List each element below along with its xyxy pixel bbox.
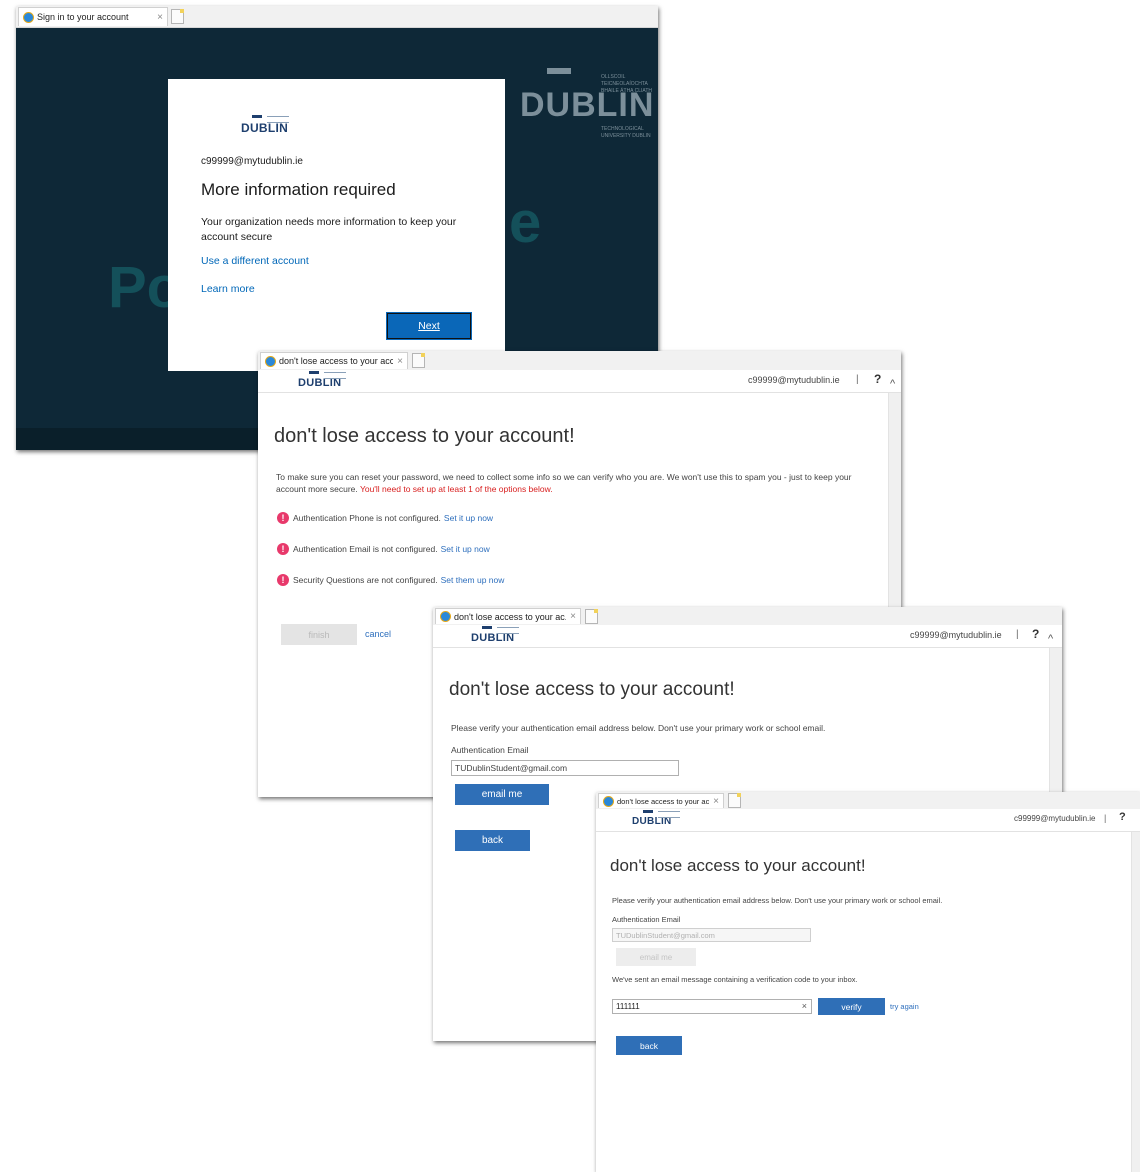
status-security-questions: ! Security Questions are not configured.… <box>277 574 504 586</box>
page-header: DUBLIN c99999@mytudublin.ie | ? <box>596 809 1140 832</box>
set-up-email-link[interactable]: Set it up now <box>441 544 490 554</box>
field-label: Authentication Email <box>612 915 681 924</box>
page-title: More information required <box>201 180 396 199</box>
tab-dont-lose-access[interactable]: don't lose access to your ac... × <box>435 608 581 624</box>
new-tab-icon[interactable] <box>585 609 598 624</box>
instructions-text: Please verify your authentication email … <box>451 723 826 733</box>
use-different-account-link[interactable]: Use a different account <box>201 255 309 267</box>
signed-in-user[interactable]: c99999@mytudublin.ie <box>748 375 840 385</box>
close-icon[interactable]: × <box>570 611 576 622</box>
tab-dont-lose-access[interactable]: don't lose access to your acc... × <box>260 352 408 369</box>
finish-button[interactable]: finish <box>281 624 357 645</box>
chevron-up-icon[interactable]: ^ <box>1048 633 1053 645</box>
code-verification-window: don't lose access to your ac... × DUBLIN… <box>596 792 1140 1172</box>
tu-dublin-logo: DUBLIN <box>298 371 346 389</box>
help-icon[interactable]: ? <box>1032 627 1039 641</box>
field-label: Authentication Email <box>451 745 529 755</box>
signed-in-user[interactable]: c99999@mytudublin.ie <box>910 630 1002 640</box>
page-header: DUBLIN c99999@mytudublin.ie | ? ^ <box>433 625 1062 648</box>
ie-icon <box>603 795 614 807</box>
header-separator: | <box>856 374 859 385</box>
page-header: DUBLIN c99999@mytudublin.ie | ? ^ <box>258 370 901 393</box>
next-button[interactable]: Next <box>386 312 472 340</box>
learn-more-link[interactable]: Learn more <box>201 283 255 295</box>
crest-bar <box>547 68 571 74</box>
status-auth-phone: ! Authentication Phone is not configured… <box>277 512 493 524</box>
new-tab-icon[interactable] <box>728 793 741 808</box>
close-icon[interactable]: × <box>713 796 719 807</box>
ie-icon <box>440 611 451 622</box>
header-separator: | <box>1016 629 1019 640</box>
close-icon[interactable]: × <box>157 12 163 23</box>
signed-in-user[interactable]: c99999@mytudublin.ie <box>1014 814 1096 823</box>
signin-card: DUBLIN c99999@mytudublin.ie More informa… <box>168 79 505 371</box>
verification-code-input[interactable]: 111111 × <box>612 999 812 1014</box>
signin-description: Your organization needs more information… <box>201 216 457 243</box>
tu-dublin-logo: DUBLIN <box>632 810 680 827</box>
tab-title: don't lose access to your ac... <box>617 796 710 806</box>
authentication-email-input[interactable]: TUDublinStudent@gmail.com <box>451 760 679 776</box>
ie-icon <box>23 11 34 23</box>
verify-button[interactable]: verify <box>818 998 885 1015</box>
tab-title: don't lose access to your ac... <box>454 611 567 622</box>
set-up-phone-link[interactable]: Set it up now <box>444 513 493 523</box>
new-tab-icon[interactable] <box>412 353 425 368</box>
chevron-up-icon[interactable]: ^ <box>890 378 895 390</box>
email-me-button[interactable]: email me <box>455 784 549 805</box>
sent-message: We've sent an email message containing a… <box>612 975 858 984</box>
authentication-email-input: TUDublinStudent@gmail.com <box>612 928 811 942</box>
new-tab-icon[interactable] <box>171 9 184 24</box>
back-button[interactable]: back <box>455 830 530 851</box>
back-button[interactable]: back <box>616 1036 682 1055</box>
ie-icon <box>265 355 276 367</box>
account-email: c99999@mytudublin.ie <box>201 156 303 167</box>
tab-bar: Sign in to your account × <box>16 6 658 28</box>
tab-signin[interactable]: Sign in to your account × <box>18 7 168 26</box>
clear-icon[interactable]: × <box>802 1001 807 1011</box>
error-icon: ! <box>277 512 289 524</box>
email-me-button: email me <box>616 948 696 966</box>
error-icon: ! <box>277 543 289 555</box>
background-subtitle-irish: OLLSCOIL TEICNEOLAÍOCHTA BHAILE ÁTHA CLI… <box>601 74 653 94</box>
background-subtitle-english: TECHNOLOGICAL UNIVERSITY DUBLIN <box>601 126 651 139</box>
tu-dublin-logo: DUBLIN <box>241 115 289 135</box>
cancel-link[interactable]: cancel <box>365 629 391 639</box>
close-icon[interactable]: × <box>397 356 403 367</box>
page-title: don't lose access to your account! <box>610 856 866 875</box>
header-separator: | <box>1104 813 1107 823</box>
tab-bar: don't lose access to your acc... × <box>258 351 901 371</box>
verification-code-value: 111111 <box>616 1002 640 1011</box>
tu-dublin-logo: DUBLIN <box>471 626 519 644</box>
page-title: don't lose access to your account! <box>449 679 735 700</box>
intro-text: To make sure you can reset your password… <box>276 472 852 494</box>
help-icon[interactable]: ? <box>874 372 881 386</box>
scrollbar[interactable] <box>1131 832 1140 1172</box>
error-icon: ! <box>277 574 289 586</box>
try-again-link[interactable]: try again <box>890 1002 919 1011</box>
status-auth-email: ! Authentication Email is not configured… <box>277 543 490 555</box>
instructions-text: Please verify your authentication email … <box>612 896 943 905</box>
page-title: don't lose access to your account! <box>274 425 575 447</box>
tab-bar: don't lose access to your ac... × <box>596 792 1140 810</box>
set-up-questions-link[interactable]: Set them up now <box>441 575 505 585</box>
tab-dont-lose-access[interactable]: don't lose access to your ac... × <box>598 793 724 808</box>
tab-title: don't lose access to your acc... <box>279 356 394 366</box>
tab-bar: don't lose access to your ac... × <box>433 607 1062 626</box>
background-text-right: e <box>509 190 542 255</box>
tab-title: Sign in to your account <box>37 12 129 22</box>
help-icon[interactable]: ? <box>1119 811 1126 823</box>
intro-warning: You'll need to set up at least 1 of the … <box>359 484 553 494</box>
